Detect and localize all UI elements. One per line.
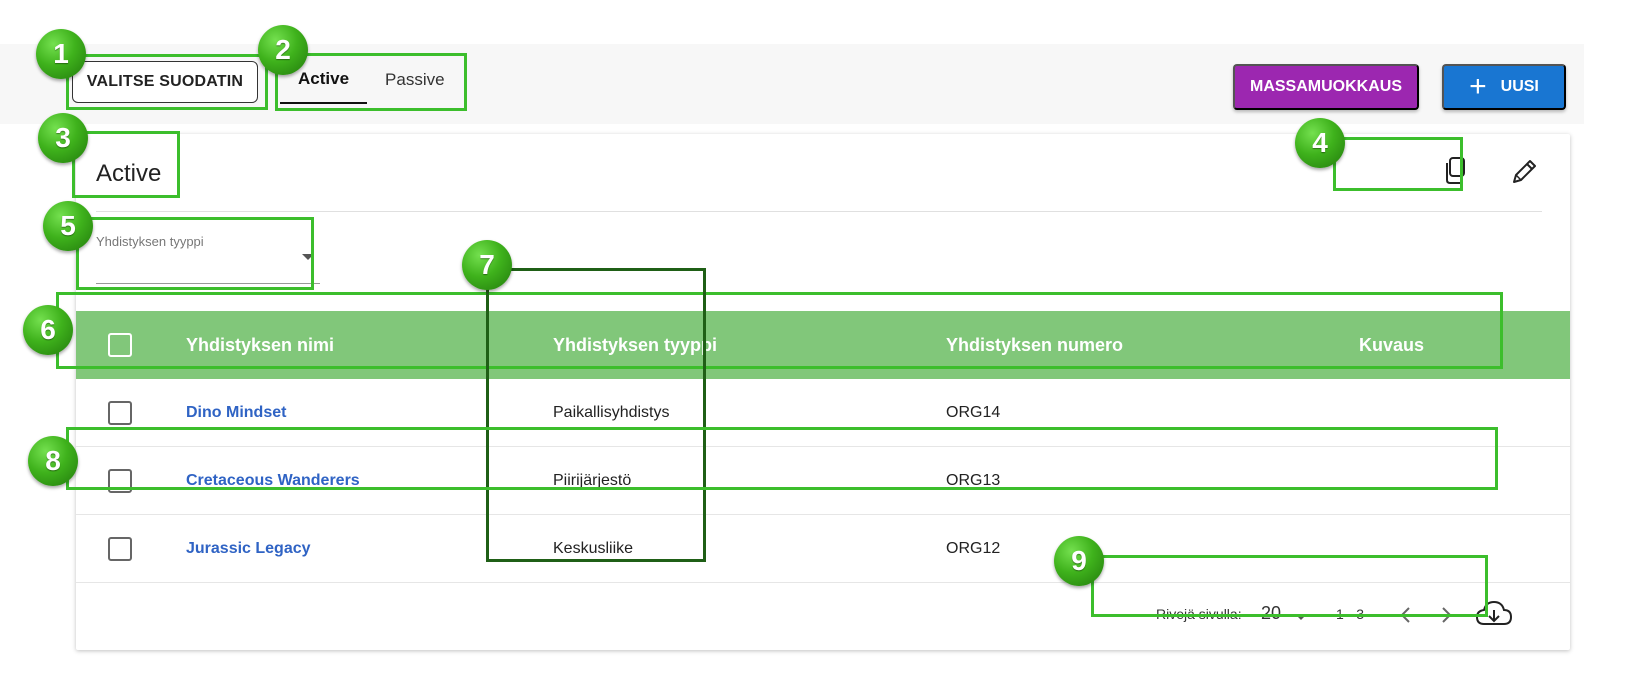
annotation-badge-3: 3	[38, 113, 88, 163]
row-number: ORG14	[946, 403, 1001, 421]
tab-passive[interactable]: Passive	[367, 56, 463, 104]
annotation-badge-9: 9	[1054, 536, 1104, 586]
row-checkbox[interactable]	[108, 468, 132, 493]
page: VALITSE SUODATIN Active Passive MASSAMUO…	[0, 0, 1649, 694]
card-actions	[1438, 154, 1542, 188]
select-all-checkbox[interactable]	[108, 333, 132, 357]
association-type-select[interactable]: Yhdistyksen tyyppi	[96, 232, 320, 284]
new-button[interactable]: + UUSI	[1442, 64, 1566, 110]
row-checkbox[interactable]	[108, 536, 132, 561]
annotation-badge-4: 4	[1295, 118, 1345, 168]
row-type: Keskusliike	[553, 539, 634, 557]
row-name-link[interactable]: Jurassic Legacy	[186, 540, 311, 558]
annotation-badge-1: 1	[36, 29, 86, 79]
annotation-badge-5: 5	[43, 201, 93, 251]
card-title: Active	[96, 160, 162, 187]
row-number: ORG12	[946, 539, 1001, 557]
annotation-badge-7: 7	[462, 240, 512, 290]
rows-per-page-label: Rivejä sivulla:	[1156, 606, 1242, 622]
copy-icon[interactable]	[1438, 154, 1472, 188]
row-name-link[interactable]: Cretaceous Wanderers	[186, 472, 360, 490]
row-checkbox[interactable]	[108, 400, 132, 425]
page-range: 1 - 3	[1336, 606, 1365, 622]
pencil-icon[interactable]	[1508, 154, 1542, 188]
divider	[96, 211, 1542, 212]
table-row[interactable]: Dino Mindset Paikallisyhdistys ORG14	[76, 379, 1570, 447]
table-row[interactable]: Jurassic Legacy Keskusliike ORG12	[76, 515, 1570, 583]
select-filter-button[interactable]: VALITSE SUODATIN	[72, 61, 258, 103]
next-page-icon[interactable]	[1434, 601, 1458, 629]
status-tabs: Active Passive	[280, 56, 463, 106]
annotation-badge-6: 6	[23, 305, 73, 355]
row-type: Paikallisyhdistys	[553, 403, 670, 421]
previous-page-icon[interactable]	[1394, 601, 1418, 629]
row-type: Piirijärjestö	[553, 471, 632, 489]
mass-edit-button[interactable]: MASSAMUOKKAUS	[1233, 64, 1419, 110]
rows-per-page-arrow-icon[interactable]	[1295, 614, 1307, 620]
select-label: Yhdistyksen tyyppi	[96, 234, 204, 249]
annotation-badge-2: 2	[258, 25, 308, 75]
row-number: ORG13	[946, 471, 1001, 489]
table-footer: Rivejä sivulla: 20 1 - 3	[76, 585, 1570, 649]
table-row[interactable]: Cretaceous Wanderers Piirijärjestö ORG13	[76, 447, 1570, 515]
header-name[interactable]: Yhdistyksen nimi	[186, 335, 334, 356]
header-type[interactable]: Yhdistyksen tyyppi	[553, 335, 717, 356]
organizations-card: Active Yhdistyksen tyyppi Yhdistyksen ni…	[76, 134, 1570, 650]
new-button-label: UUSI	[1500, 78, 1539, 95]
table-header: Yhdistyksen nimi Yhdistyksen tyyppi Yhdi…	[76, 311, 1570, 379]
dropdown-arrow-icon	[302, 254, 314, 260]
cloud-download-icon[interactable]	[1474, 597, 1514, 633]
plus-icon: +	[1469, 70, 1487, 103]
header-number[interactable]: Yhdistyksen numero	[946, 335, 1123, 356]
row-name-link[interactable]: Dino Mindset	[186, 404, 286, 422]
header-description[interactable]: Kuvaus	[1359, 335, 1424, 356]
rows-per-page-select[interactable]: 20	[1261, 603, 1281, 624]
annotation-badge-8: 8	[28, 436, 78, 486]
